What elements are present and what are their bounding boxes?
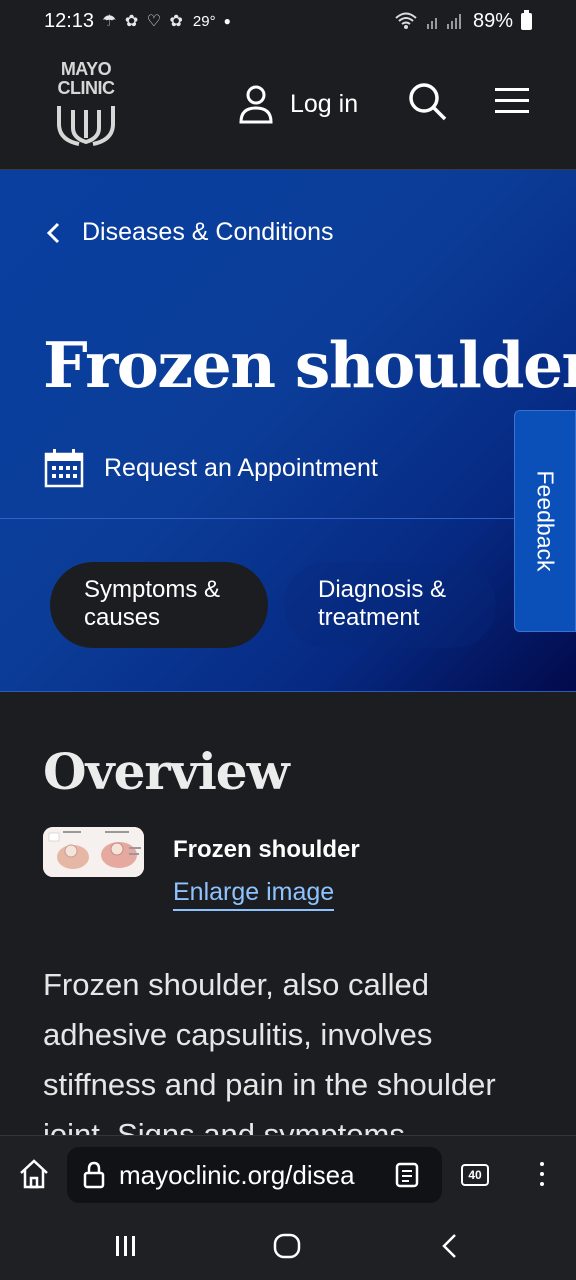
search-icon[interactable]: [408, 82, 448, 122]
login-label: Log in: [290, 89, 359, 118]
lock-icon: [83, 1161, 105, 1189]
mayo-clinic-logo[interactable]: MAYO CLINIC: [50, 60, 122, 152]
page-title: Frozen shoulder: [43, 328, 576, 402]
notification-icons: ☂ ✿ ♡ ✿: [102, 13, 185, 30]
shoulder-illustration-icon: [43, 827, 144, 877]
overview-paragraph: Frozen shoulder, also called adhesive ca…: [43, 967, 496, 1136]
site-header: MAYO CLINIC Log in: [0, 42, 576, 170]
status-temperature: 29°: [192, 12, 216, 30]
enlarge-image-link[interactable]: Enlarge image: [173, 878, 335, 911]
shield-logo-icon: [57, 106, 115, 146]
tab-diagnosis-treatment[interactable]: Diagnosis & treatment: [284, 562, 496, 648]
section-heading: Overview: [43, 742, 290, 801]
battery-icon: [521, 9, 532, 30]
battery-percent: 89%: [472, 9, 513, 32]
logo-text-line1: MAYO: [60, 59, 112, 79]
feedback-label: Feedback: [532, 470, 559, 572]
status-time: 12:13: [44, 9, 95, 32]
home-button-icon[interactable]: [273, 1233, 301, 1259]
chevron-left-icon: [46, 222, 60, 243]
tab-symptoms-causes[interactable]: Symptoms & causes: [50, 562, 268, 648]
more-options-icon[interactable]: [538, 1162, 546, 1192]
calendar-icon: [44, 449, 84, 488]
figure-title: Frozen shoulder: [173, 836, 360, 863]
system-navigation-bar: [0, 1215, 576, 1280]
address-bar[interactable]: mayoclinic.org/disea: [67, 1147, 442, 1203]
url-text: mayoclinic.org/disea: [119, 1159, 355, 1190]
dot-icon: ●: [223, 14, 231, 28]
hamburger-menu-icon[interactable]: [494, 86, 530, 116]
tab-label-line2: treatment: [318, 604, 420, 631]
user-icon: [239, 85, 273, 124]
tab-label-line1: Diagnosis &: [318, 576, 447, 603]
frozen-shoulder-thumbnail[interactable]: [43, 827, 144, 877]
recent-apps-icon[interactable]: [114, 1235, 138, 1257]
signal-icon: [426, 14, 461, 29]
login-button[interactable]: Log in: [238, 84, 358, 124]
reader-mode-icon[interactable]: [395, 1162, 419, 1188]
tab-count: 40: [468, 1168, 482, 1182]
tab-label-line2: causes: [84, 604, 161, 631]
hero-banner: Diseases & Conditions Frozen shoulder Re…: [0, 170, 576, 692]
breadcrumb[interactable]: Diseases & Conditions: [46, 218, 334, 247]
status-bar: 12:13 ☂ ✿ ♡ ✿ 29° ● 89%: [0, 0, 576, 42]
divider: [0, 518, 514, 519]
breadcrumb-link[interactable]: Diseases & Conditions: [82, 218, 334, 247]
tab-label-line1: Symptoms &: [84, 576, 221, 603]
appointment-label: Request an Appointment: [104, 453, 378, 482]
browser-toolbar: mayoclinic.org/disea 40: [0, 1135, 576, 1215]
request-appointment-link[interactable]: Request an Appointment: [44, 448, 378, 488]
home-icon[interactable]: [18, 1158, 50, 1190]
feedback-button[interactable]: Feedback: [514, 410, 576, 632]
wifi-icon: [395, 12, 417, 29]
back-icon[interactable]: [440, 1233, 458, 1259]
logo-text-line2: CLINIC: [57, 78, 116, 98]
tab-count-button[interactable]: 40: [461, 1164, 489, 1186]
